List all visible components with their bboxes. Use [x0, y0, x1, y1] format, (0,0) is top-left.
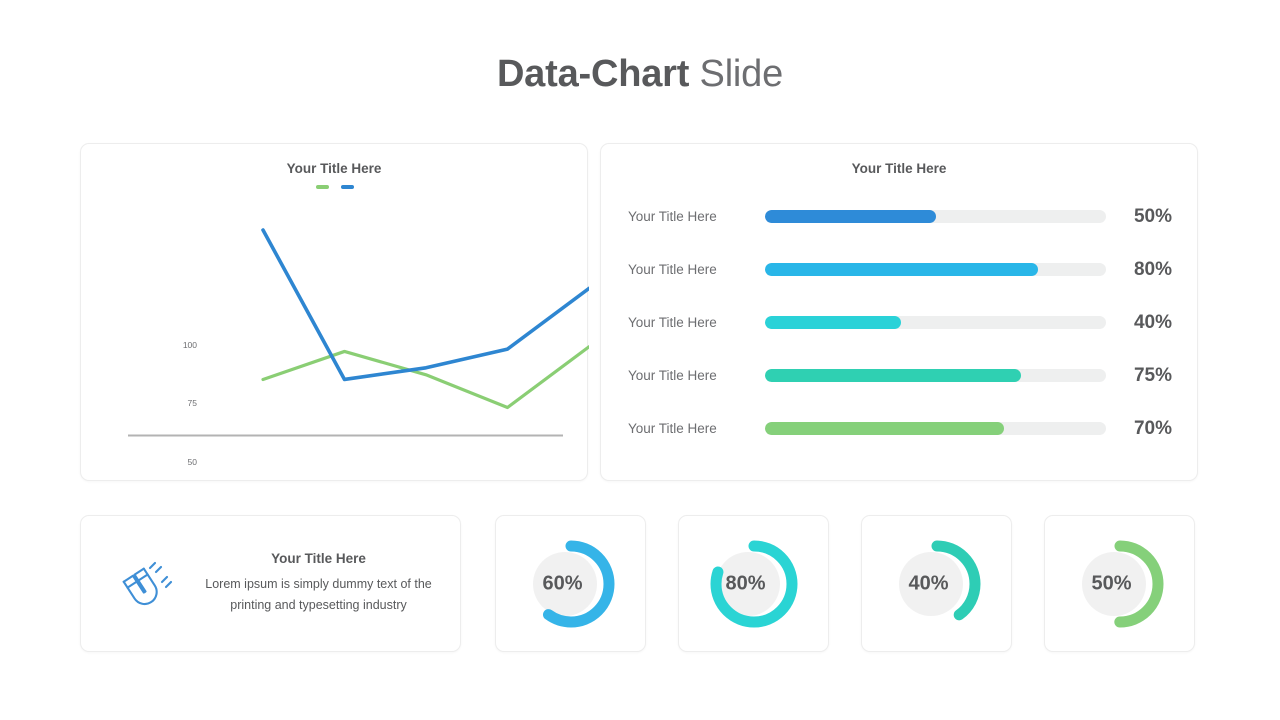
page-title-light: Slide: [689, 53, 784, 95]
progress-track: [765, 263, 1106, 276]
donut-svg-4: [1076, 540, 1163, 627]
feature-card-title: Your Title Here: [271, 551, 366, 566]
progress-row: Your Title Here 80%: [628, 243, 1172, 296]
series-blue-line: [261, 228, 591, 382]
progress-track: [765, 422, 1106, 435]
progress-value: 75%: [1133, 364, 1172, 386]
donut-inner-circle-4: [1081, 551, 1146, 616]
donut-svg-1: [527, 540, 614, 627]
progress-value: 40%: [1133, 311, 1172, 333]
feature-text-card: Your Title Here Lorem ipsum is simply du…: [80, 515, 461, 652]
magnet-icon-svg: [122, 561, 173, 605]
line-chart-card: Your Title Here 100 75 50 25 0: [80, 143, 591, 583]
donut-chart-3: 40%: [862, 516, 1011, 651]
progress-card-title: Your Title Here: [851, 161, 947, 176]
donut-chart-1: 60%: [496, 516, 645, 651]
progress-row: Your Title Here 70%: [628, 402, 1172, 455]
progress-bar-list: Your Title Here 50% Your Title Here 80% Your…: [628, 190, 1172, 455]
series-green-line: [261, 345, 591, 410]
progress-fill: [765, 422, 1004, 435]
progress-bars-card: Your Title Here Your Title Here 50% Your T…: [600, 143, 1198, 481]
progress-track: [765, 369, 1106, 382]
feature-card-body: Lorem ipsum is simply dummy text of the …: [205, 577, 432, 612]
page-title: Data-Chart Slide: [0, 48, 1280, 100]
donut-inner-circle-3: [898, 551, 963, 616]
donut-svg-2: [710, 540, 797, 627]
progress-fill: [765, 316, 902, 329]
progress-track: [765, 210, 1106, 223]
progress-row: Your Title Here 50%: [628, 190, 1172, 243]
progress-fill: [765, 210, 936, 223]
donut-chart-4: 50%: [1045, 516, 1194, 651]
progress-label: Your Title Here: [628, 368, 717, 383]
y-axis-tick-75: 75: [187, 398, 197, 408]
progress-row: Your Title Here 75%: [628, 349, 1172, 402]
donut-card-1: 60%: [495, 515, 646, 652]
progress-track: [765, 316, 1106, 329]
line-chart-plot: 100 75 50 25 0: [81, 144, 591, 583]
magnet-icon: [99, 553, 191, 615]
donut-chart-2: 80%: [679, 516, 828, 651]
progress-value: 80%: [1133, 258, 1172, 280]
donut-card-3: 40%: [861, 515, 1012, 652]
progress-label: Your Title Here: [628, 209, 717, 224]
donut-card-2: 80%: [678, 515, 829, 652]
y-axis-tick-100: 100: [182, 340, 197, 350]
progress-label: Your Title Here: [628, 262, 717, 277]
donut-inner-circle-1: [532, 551, 597, 616]
progress-value: 70%: [1133, 417, 1172, 439]
progress-label: Your Title Here: [628, 315, 717, 330]
progress-fill: [765, 369, 1021, 382]
progress-fill: [765, 263, 1038, 276]
y-axis-tick-50: 50: [187, 457, 197, 467]
page-title-bold: Data-Chart: [496, 53, 690, 95]
donut-svg-3: [893, 540, 980, 627]
progress-row: Your Title Here 40%: [628, 296, 1172, 349]
progress-value: 50%: [1133, 205, 1172, 227]
donut-card-4: 50%: [1044, 515, 1195, 652]
line-chart-svg: [128, 228, 591, 437]
progress-label: Your Title Here: [628, 421, 717, 436]
